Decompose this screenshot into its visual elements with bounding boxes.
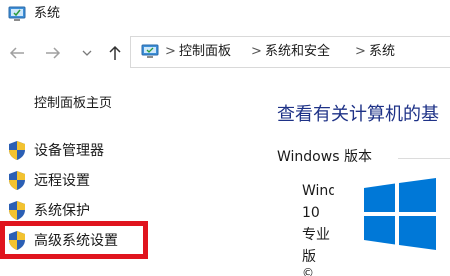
title-bar: 系统 [0, 0, 450, 28]
window-title: 系统 [34, 6, 61, 21]
arrow-up-icon[interactable] [104, 40, 126, 66]
shield-icon [8, 200, 26, 221]
section-divider [398, 158, 450, 159]
system-window: 系统 > 控制面板 > 系统和安全 > 系统 控制面板主页 设备管理器 远程设置… [0, 0, 450, 276]
shield-icon [8, 140, 26, 161]
computer-icon [8, 5, 26, 23]
edition-line: 版 [302, 249, 316, 265]
edition-line: 专业 [302, 227, 330, 243]
breadcrumb-separator[interactable]: > [355, 44, 366, 60]
windows-logo-icon [364, 178, 436, 250]
breadcrumb-separator[interactable]: > [165, 44, 176, 60]
chevron-down-icon[interactable] [80, 40, 94, 66]
arrow-right-icon[interactable] [42, 40, 64, 66]
sidebar-item-label: 系统保护 [34, 203, 90, 219]
control-panel-home-link[interactable]: 控制面板主页 [34, 95, 112, 113]
edition-line: 10 [302, 205, 320, 221]
edition-line: Wind [302, 183, 334, 199]
computer-icon [141, 44, 159, 60]
sidebar-item-label: 设备管理器 [34, 143, 104, 159]
arrow-left-icon[interactable] [6, 40, 28, 66]
sidebar-item-label: 远程设置 [34, 173, 90, 189]
windows-edition-section-title: Windows 版本 [277, 149, 372, 165]
page-heading: 查看有关计算机的基 [277, 104, 439, 125]
highlight-annotation [0, 221, 148, 259]
breadcrumb-control-panel[interactable]: 控制面板 [179, 44, 231, 60]
breadcrumb-system-security[interactable]: 系统和安全 [265, 44, 330, 60]
sidebar-item-device-manager[interactable]: 设备管理器 [0, 138, 150, 164]
shield-icon [8, 170, 26, 191]
copyright-text: © [302, 266, 314, 276]
windows-edition-text: Wind 10 专业 版 [302, 180, 342, 268]
address-bar[interactable]: > 控制面板 > 系统和安全 > 系统 [130, 36, 450, 68]
breadcrumb-separator[interactable]: > [251, 44, 262, 60]
sidebar-item-remote-settings[interactable]: 远程设置 [0, 168, 150, 194]
breadcrumb-system[interactable]: 系统 [369, 44, 395, 60]
